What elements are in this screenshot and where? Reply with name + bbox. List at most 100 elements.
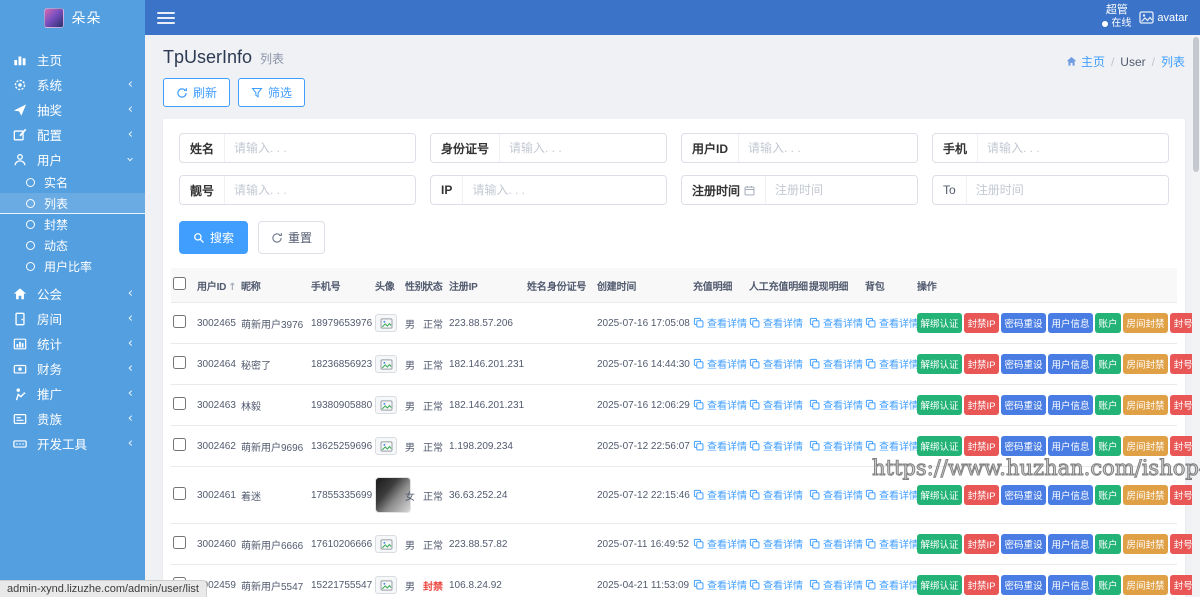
action-button-green[interactable]: 账户	[1095, 485, 1122, 505]
user-avatar-broken[interactable]	[375, 314, 397, 332]
row-checkbox[interactable]	[173, 397, 186, 410]
view-details-link[interactable]: 查看详情	[749, 487, 803, 502]
sidebar-item-home[interactable]: 主页	[0, 47, 145, 72]
action-button-orange[interactable]: 房间封禁	[1123, 575, 1169, 595]
action-button-red[interactable]: 封禁IP	[964, 395, 999, 415]
action-button-green[interactable]: 解绑认证	[917, 436, 963, 456]
userid-field[interactable]	[739, 134, 917, 162]
breadcrumb-home[interactable]: 主页	[1066, 53, 1105, 70]
view-details-link[interactable]: 查看详情	[865, 315, 919, 330]
search-button[interactable]: 搜索	[179, 221, 249, 254]
view-details-link[interactable]: 查看详情	[693, 315, 747, 330]
row-checkbox[interactable]	[173, 356, 186, 369]
action-button-green[interactable]: 账户	[1095, 354, 1122, 374]
action-button-orange[interactable]: 房间封禁	[1123, 436, 1169, 456]
action-button-green[interactable]: 解绑认证	[917, 313, 963, 333]
sidebar-subitem-realname[interactable]: 实名	[0, 172, 145, 193]
regtime-end-field[interactable]	[966, 176, 1168, 204]
user-avatar-broken[interactable]	[375, 396, 397, 414]
hamburger-menu-icon[interactable]	[157, 9, 175, 27]
sidebar-item-system[interactable]: 系统 ‹	[0, 72, 145, 97]
view-details-link[interactable]: 查看详情	[693, 577, 747, 592]
action-button-blue[interactable]: 用户信息	[1048, 354, 1094, 374]
filter-button[interactable]: 筛选	[238, 78, 306, 107]
sidebar-item-guild[interactable]: 公会 ‹	[0, 281, 145, 306]
action-button-orange[interactable]: 房间封禁	[1123, 313, 1169, 333]
action-button-blue[interactable]: 用户信息	[1048, 313, 1094, 333]
action-button-blue[interactable]: 用户信息	[1048, 575, 1094, 595]
action-button-blue[interactable]: 密码重设	[1001, 575, 1047, 595]
column-header[interactable]: 用户ID ↑	[195, 268, 239, 303]
regtime-start-field[interactable]	[766, 176, 917, 204]
view-details-link[interactable]: 查看详情	[809, 536, 863, 551]
action-button-green[interactable]: 解绑认证	[917, 534, 963, 554]
action-button-red[interactable]: 封禁IP	[964, 313, 999, 333]
breadcrumb-current[interactable]: 列表	[1161, 53, 1185, 70]
action-button-blue[interactable]: 密码重设	[1001, 534, 1047, 554]
phone-field[interactable]	[978, 134, 1168, 162]
sidebar-item-user[interactable]: 用户 ‹	[0, 147, 145, 172]
action-button-red[interactable]: 封禁IP	[964, 354, 999, 374]
view-details-link[interactable]: 查看详情	[693, 536, 747, 551]
view-details-link[interactable]: 查看详情	[865, 536, 919, 551]
view-details-link[interactable]: 查看详情	[693, 397, 747, 412]
view-details-link[interactable]: 查看详情	[809, 315, 863, 330]
action-button-red[interactable]: 封禁IP	[964, 436, 999, 456]
action-button-green[interactable]: 账户	[1095, 436, 1122, 456]
sidebar-subitem-moments[interactable]: 动态	[0, 235, 145, 256]
user-avatar-broken[interactable]	[375, 355, 397, 373]
view-details-link[interactable]: 查看详情	[749, 397, 803, 412]
action-button-green[interactable]: 解绑认证	[917, 395, 963, 415]
view-details-link[interactable]: 查看详情	[865, 487, 919, 502]
scrollbar-thumb[interactable]	[1193, 37, 1199, 172]
action-button-blue[interactable]: 密码重设	[1001, 485, 1047, 505]
action-button-orange[interactable]: 房间封禁	[1123, 485, 1169, 505]
sidebar-item-stats[interactable]: 统计 ‹	[0, 331, 145, 356]
view-details-link[interactable]: 查看详情	[809, 487, 863, 502]
sidebar-item-config[interactable]: 配置 ‹	[0, 122, 145, 147]
view-details-link[interactable]: 查看详情	[809, 438, 863, 453]
sidebar-item-lottery[interactable]: 抽奖 ‹	[0, 97, 145, 122]
row-checkbox[interactable]	[173, 438, 186, 451]
view-details-link[interactable]: 查看详情	[693, 487, 747, 502]
view-details-link[interactable]: 查看详情	[693, 438, 747, 453]
ip-field[interactable]	[463, 176, 666, 204]
action-button-blue[interactable]: 密码重设	[1001, 436, 1047, 456]
sidebar-item-promote[interactable]: 推广 ‹	[0, 381, 145, 406]
action-button-blue[interactable]: 用户信息	[1048, 436, 1094, 456]
reset-button[interactable]: 重置	[258, 221, 326, 254]
select-all-checkbox[interactable]	[173, 277, 186, 290]
view-details-link[interactable]: 查看详情	[865, 397, 919, 412]
sidebar-item-devtools[interactable]: 开发工具 ‹	[0, 431, 145, 456]
view-details-link[interactable]: 查看详情	[809, 577, 863, 592]
action-button-green[interactable]: 解绑认证	[917, 575, 963, 595]
sidebar-subitem-user-ratio[interactable]: 用户比率	[0, 256, 145, 277]
action-button-orange[interactable]: 房间封禁	[1123, 534, 1169, 554]
action-button-green[interactable]: 账户	[1095, 575, 1122, 595]
row-checkbox[interactable]	[173, 315, 186, 328]
refresh-button[interactable]: 刷新	[163, 78, 231, 107]
avatar[interactable]: avatar	[1139, 11, 1188, 24]
action-button-green[interactable]: 解绑认证	[917, 354, 963, 374]
action-button-orange[interactable]: 房间封禁	[1123, 354, 1169, 374]
action-button-red[interactable]: 封禁IP	[964, 485, 999, 505]
view-details-link[interactable]: 查看详情	[749, 356, 803, 371]
view-details-link[interactable]: 查看详情	[693, 356, 747, 371]
scrollbar[interactable]	[1192, 35, 1200, 597]
action-button-blue[interactable]: 密码重设	[1001, 313, 1047, 333]
sidebar-item-finance[interactable]: 财务 ‹	[0, 356, 145, 381]
row-checkbox[interactable]	[173, 536, 186, 549]
view-details-link[interactable]: 查看详情	[749, 315, 803, 330]
action-button-blue[interactable]: 用户信息	[1048, 485, 1094, 505]
name-field[interactable]	[225, 134, 415, 162]
action-button-blue[interactable]: 用户信息	[1048, 534, 1094, 554]
view-details-link[interactable]: 查看详情	[809, 397, 863, 412]
sidebar-subitem-list[interactable]: 列表	[0, 193, 145, 214]
action-button-green[interactable]: 账户	[1095, 313, 1122, 333]
action-button-blue[interactable]: 密码重设	[1001, 395, 1047, 415]
action-button-red[interactable]: 封禁IP	[964, 534, 999, 554]
view-details-link[interactable]: 查看详情	[749, 577, 803, 592]
sort-arrow-icon[interactable]: ↑	[228, 282, 236, 293]
view-details-link[interactable]: 查看详情	[749, 438, 803, 453]
action-button-blue[interactable]: 用户信息	[1048, 395, 1094, 415]
